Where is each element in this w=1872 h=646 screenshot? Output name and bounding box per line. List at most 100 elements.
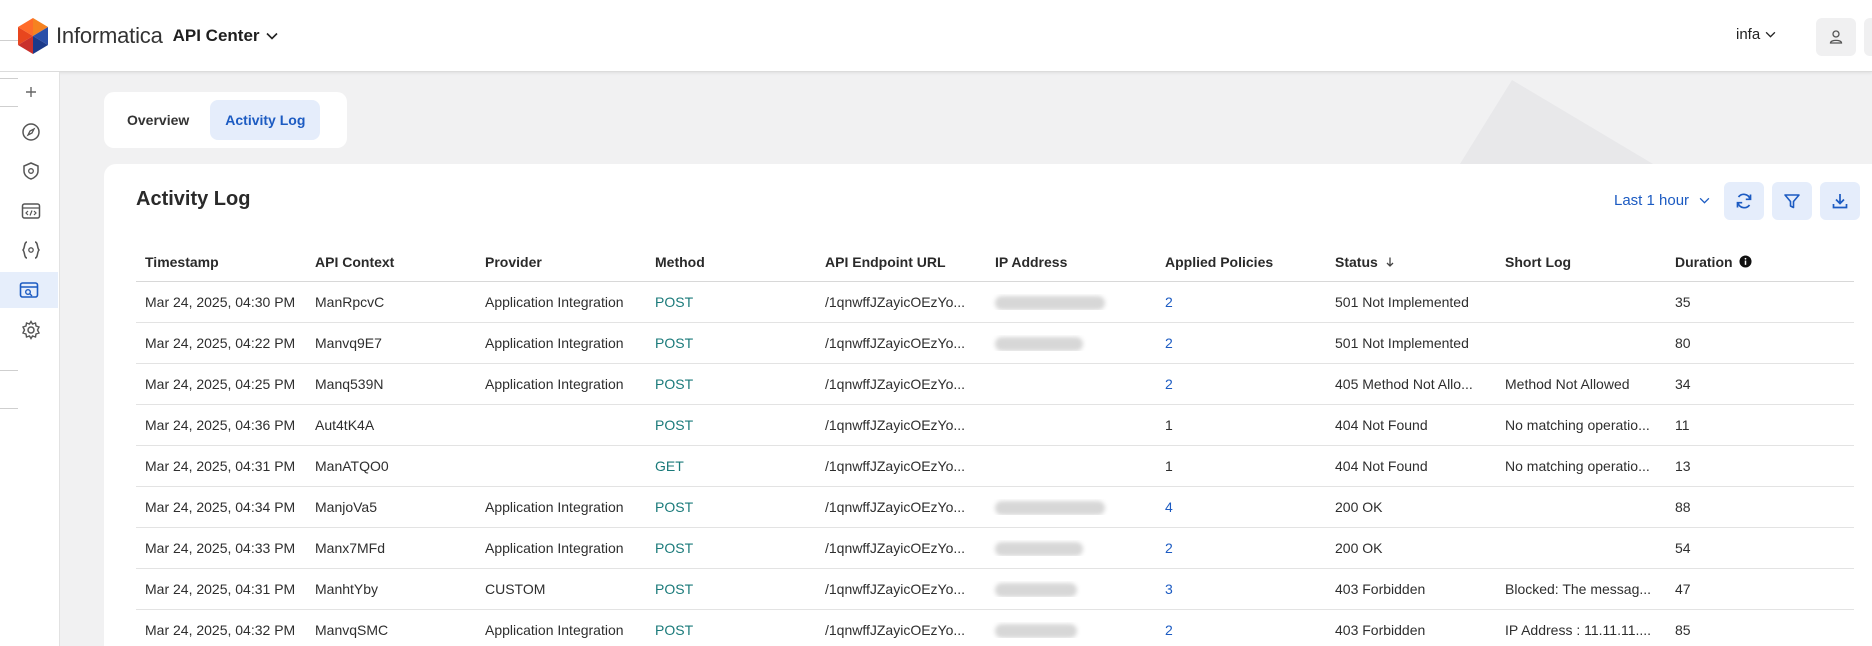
sidebar-add-button[interactable] [18,79,44,105]
sidebar-divider [0,78,18,79]
tab-activity-log[interactable]: Activity Log [210,100,321,140]
cell-api-context: ManATQO0 [315,458,389,474]
chevron-down-icon [1699,197,1710,204]
cell-method: POST [655,581,694,597]
info-icon[interactable] [1739,255,1752,268]
table-row[interactable]: Mar 24, 2025, 04:34 PM ManjoVa5 Applicatio… [136,487,1854,528]
cell-ip-address [986,540,1156,557]
user-menu[interactable]: infa [1736,26,1776,43]
cell-applied-policies[interactable]: 3 [1156,581,1326,597]
sidebar-divider [0,40,18,41]
left-sidebar [0,40,60,646]
gear-icon [22,320,40,340]
page-title: Activity Log [136,188,251,210]
cell-short-log: No matching operatio... [1505,417,1650,433]
cell-applied-policies[interactable]: 2 [1156,540,1326,556]
cell-ip-address [986,581,1156,598]
brand[interactable]: Informatica API Center [18,18,278,54]
table-row[interactable]: Mar 24, 2025, 04:22 PM Manvq9E7 Applicatio… [136,323,1854,364]
cell-duration: 85 [1675,622,1691,638]
sidebar-item-settings[interactable] [18,317,44,343]
cell-endpoint-url: /1qnwffJZayicOEzYo... [825,622,966,638]
cell-applied-policies[interactable]: 2 [1156,335,1326,351]
column-header-duration[interactable]: Duration [1666,254,1846,270]
table-row[interactable]: Mar 24, 2025, 04:33 PM Manx7MFd Applicatio… [136,528,1854,569]
cell-api-context: Aut4tK4A [315,417,375,433]
cell-ip-address [986,294,1156,311]
cell-api-context: Manvq9E7 [315,335,382,351]
cell-provider: Application Integration [485,622,624,638]
cell-short-log: Blocked: The messag... [1505,581,1652,597]
cell-timestamp: Mar 24, 2025, 04:31 PM [145,581,296,597]
cell-api-context: ManRpcvC [315,294,385,310]
table-row[interactable]: Mar 24, 2025, 04:25 PM Manq539N Applicatio… [136,364,1854,405]
table-row[interactable]: Mar 24, 2025, 04:36 PM Aut4tK4A POST/1qnwf… [136,405,1854,446]
cell-timestamp: Mar 24, 2025, 04:30 PM [145,294,296,310]
chevron-down-icon[interactable] [265,32,278,40]
time-range-select[interactable]: Last 1 hour [1614,192,1710,209]
cell-applied-policies: 1 [1165,458,1173,474]
refresh-icon [1736,193,1752,209]
column-header-provider[interactable]: Provider [476,254,646,270]
column-header-short-log[interactable]: Short Log [1496,254,1666,270]
filter-button[interactable] [1772,182,1812,220]
cell-applied-policies[interactable]: 2 [1156,294,1326,310]
cell-short-log: IP Address : 11.11.11.... [1505,622,1652,638]
column-header-api-context[interactable]: API Context [306,254,476,270]
sidebar-item-policies[interactable] [18,158,44,184]
cell-method: GET [655,458,684,474]
activity-log-table: Timestamp API Context Provider Method AP… [136,242,1854,646]
column-header-timestamp[interactable]: Timestamp [136,254,306,270]
cell-ip-address [986,622,1156,639]
cell-method: POST [655,417,694,433]
column-header-ip-address[interactable]: IP Address [986,254,1156,270]
sidebar-item-apis[interactable] [18,198,44,224]
column-header-applied-policies[interactable]: Applied Policies [1156,254,1326,270]
cell-applied-policies[interactable]: 2 [1156,622,1326,638]
refresh-button[interactable] [1724,182,1764,220]
status-header-label: Status [1335,253,1378,270]
sort-descending-icon[interactable] [1384,256,1396,268]
sidebar-item-explore[interactable] [18,119,44,145]
redacted-ip [995,583,1077,598]
cell-method: POST [655,294,694,310]
cell-applied-policies[interactable]: 2 [1156,376,1326,392]
table-row[interactable]: Mar 24, 2025, 04:32 PM ManvqSMC Applicatio… [136,610,1854,646]
more-button[interactable] [1864,18,1872,56]
download-button[interactable] [1820,182,1860,220]
table-row[interactable]: Mar 24, 2025, 04:30 PM ManRpcvC Applicatio… [136,282,1854,323]
column-header-endpoint-url[interactable]: API Endpoint URL [816,254,986,270]
cell-timestamp: Mar 24, 2025, 04:36 PM [145,417,296,433]
cell-provider: Application Integration [485,540,624,556]
sidebar-item-integrations[interactable] [18,237,44,263]
redacted-ip [995,501,1105,516]
table-body: Mar 24, 2025, 04:30 PM ManRpcvC Applicatio… [136,282,1854,646]
informatica-logo-icon [18,18,48,54]
app-switcher-label[interactable]: API Center [173,26,260,46]
cell-endpoint-url: /1qnwffJZayicOEzYo... [825,499,966,515]
cell-endpoint-url: /1qnwffJZayicOEzYo... [825,376,966,392]
cell-duration: 11 [1675,417,1690,433]
sidebar-item-activity[interactable] [0,272,58,308]
cell-api-context: Manq539N [315,376,384,392]
cell-duration: 54 [1675,540,1691,556]
cell-short-log: Method Not Allowed [1505,376,1630,392]
cell-timestamp: Mar 24, 2025, 04:33 PM [145,540,296,556]
cell-provider: Application Integration [485,499,624,515]
column-header-status[interactable]: Status [1326,254,1496,270]
cell-endpoint-url: /1qnwffJZayicOEzYo... [825,540,966,556]
table-row[interactable]: Mar 24, 2025, 04:31 PM ManATQO0 GET/1qnwff… [136,446,1854,487]
profile-button[interactable] [1816,18,1856,56]
table-row[interactable]: Mar 24, 2025, 04:31 PM ManhtYby CUSTOM POST… [136,569,1854,610]
sidebar-divider [0,408,18,409]
cell-applied-policies[interactable]: 4 [1156,499,1326,515]
cell-short-log: No matching operatio... [1505,458,1650,474]
column-header-method[interactable]: Method [646,254,816,270]
cell-api-context: Manx7MFd [315,540,386,556]
cell-timestamp: Mar 24, 2025, 04:25 PM [145,376,296,392]
sidebar-divider [0,106,18,107]
cell-duration: 47 [1675,581,1691,597]
redacted-ip [995,337,1083,352]
cell-duration: 13 [1675,458,1691,474]
tab-overview[interactable]: Overview [112,100,204,140]
